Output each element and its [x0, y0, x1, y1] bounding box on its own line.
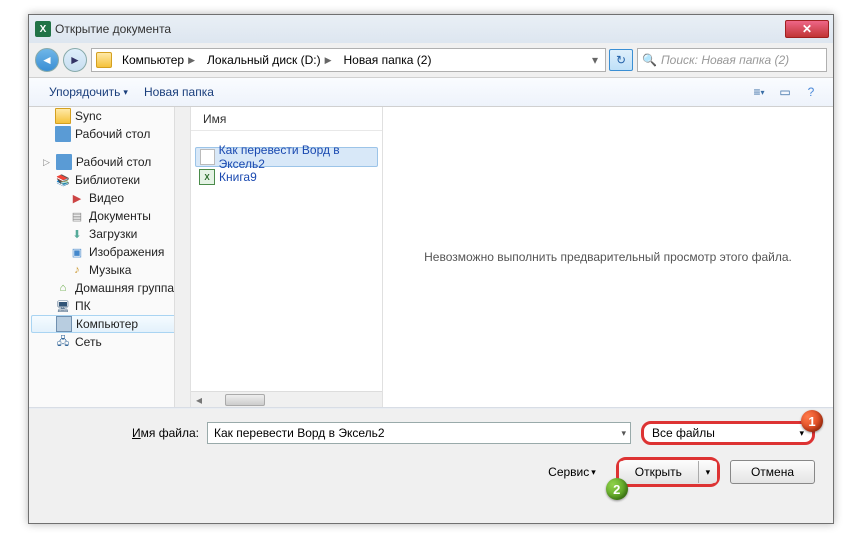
breadcrumb-seg-1[interactable]: Локальный диск (D:) ▶: [201, 53, 337, 67]
breadcrumb-seg-2[interactable]: Новая папка (2): [338, 53, 438, 67]
sidebar-item-libraries[interactable]: 📚Библиотеки: [29, 171, 190, 189]
close-button[interactable]: ✕: [785, 20, 829, 38]
sidebar-item-homegroup[interactable]: ⌂Домашняя группа: [29, 279, 190, 297]
music-icon: ♪: [69, 262, 85, 278]
sidebar: Sync Рабочий стол ▷Рабочий стол 📚Библиот…: [29, 107, 191, 407]
open-button[interactable]: Открыть ▾ 2: [616, 457, 720, 487]
sidebar-item-music[interactable]: ♪Музыка: [29, 261, 190, 279]
network-icon: 🖧: [55, 334, 71, 350]
sidebar-item-desktop-fav[interactable]: Рабочий стол: [29, 125, 190, 143]
documents-icon: ▤: [69, 208, 85, 224]
view-mode-button[interactable]: ≡ ▾: [749, 83, 769, 101]
organize-button[interactable]: Упорядочить ▾: [41, 81, 136, 103]
preview-message: Невозможно выполнить предварительный про…: [424, 250, 792, 264]
search-icon: 🔍: [642, 53, 657, 67]
preview-pane: Невозможно выполнить предварительный про…: [383, 107, 833, 407]
pc-icon: 🖥: [55, 298, 71, 314]
breadcrumb-dropdown-icon[interactable]: ▾: [585, 53, 605, 67]
dialog-body: Sync Рабочий стол ▷Рабочий стол 📚Библиот…: [29, 107, 833, 407]
forward-button[interactable]: ►: [63, 48, 87, 72]
video-icon: ▶: [69, 190, 85, 206]
tools-button[interactable]: Сервис ▾: [548, 465, 596, 479]
chevron-down-icon[interactable]: ▾: [799, 428, 804, 439]
sidebar-item-sync[interactable]: Sync: [29, 107, 190, 125]
desktop-icon: [55, 126, 71, 142]
file-list: Имя Как перевести Ворд в Эксель2 X Книга…: [191, 107, 383, 407]
annotation-badge-1: 1: [801, 410, 823, 432]
breadcrumb-seg-0[interactable]: Компьютер ▶: [116, 53, 201, 67]
new-folder-button[interactable]: Новая папка: [136, 81, 222, 103]
nav-bar: ◄ ► Компьютер ▶ Локальный диск (D:) ▶ Но…: [29, 43, 833, 77]
sidebar-item-documents[interactable]: ▤Документы: [29, 207, 190, 225]
toolbar: Упорядочить ▾ Новая папка ≡ ▾ ▭ ?: [29, 77, 833, 107]
sidebar-item-video[interactable]: ▶Видео: [29, 189, 190, 207]
annotation-badge-2: 2: [606, 478, 628, 500]
file-row-selected[interactable]: Как перевести Ворд в Эксель2: [195, 147, 378, 167]
sidebar-scrollbar[interactable]: [174, 107, 190, 407]
open-dropdown[interactable]: ▾: [699, 461, 717, 483]
filename-input[interactable]: Как перевести Ворд в Эксель2 ▾: [207, 422, 631, 444]
file-list-hscrollbar[interactable]: ◂: [191, 391, 382, 407]
search-placeholder: Поиск: Новая папка (2): [661, 53, 789, 67]
cancel-button[interactable]: Отмена: [730, 460, 815, 484]
sidebar-group-desktop[interactable]: ▷Рабочий стол: [29, 153, 190, 171]
text-file-icon: [200, 149, 215, 165]
excel-file-icon: X: [199, 169, 215, 185]
sidebar-item-downloads[interactable]: ⬇Загрузки: [29, 225, 190, 243]
desktop-icon: [56, 154, 72, 170]
scrollbar-thumb[interactable]: [225, 394, 265, 406]
file-type-filter[interactable]: Все файлы ▾ 1: [641, 421, 815, 445]
footer: Имя файла: Как перевести Ворд в Эксель2 …: [29, 409, 833, 487]
back-button[interactable]: ◄: [35, 48, 59, 72]
column-header-name[interactable]: Имя: [191, 107, 382, 131]
excel-app-icon: X: [35, 21, 51, 37]
computer-icon: [56, 316, 72, 332]
search-input[interactable]: 🔍 Поиск: Новая папка (2): [637, 48, 827, 72]
drive-icon: [96, 52, 112, 68]
sidebar-item-network[interactable]: 🖧Сеть: [29, 333, 190, 351]
chevron-down-icon[interactable]: ▾: [621, 428, 626, 439]
homegroup-icon: ⌂: [55, 280, 71, 296]
libraries-icon: 📚: [55, 172, 71, 188]
sidebar-item-images[interactable]: ▣Изображения: [29, 243, 190, 261]
sidebar-item-pc[interactable]: 🖥ПК: [29, 297, 190, 315]
open-file-dialog: X Открытие документа ✕ ◄ ► Компьютер ▶ Л…: [28, 14, 834, 524]
sidebar-item-computer[interactable]: Компьютер: [31, 315, 188, 333]
window-title: Открытие документа: [55, 22, 785, 36]
titlebar: X Открытие документа ✕: [29, 15, 833, 43]
downloads-icon: ⬇: [69, 226, 85, 242]
help-button[interactable]: ?: [801, 83, 821, 101]
preview-pane-button[interactable]: ▭: [775, 83, 795, 101]
images-icon: ▣: [69, 244, 85, 260]
filename-label: Имя файла:: [47, 426, 207, 440]
folder-icon: [55, 108, 71, 124]
breadcrumb[interactable]: Компьютер ▶ Локальный диск (D:) ▶ Новая …: [91, 48, 606, 72]
refresh-button[interactable]: ↻: [609, 49, 633, 71]
